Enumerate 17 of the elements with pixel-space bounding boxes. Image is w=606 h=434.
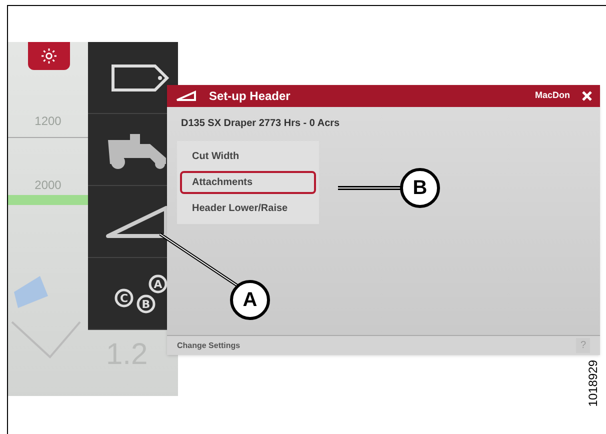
brand-logo: MacDon [534,89,570,102]
reading-text: 2000 [34,177,62,194]
menu-item[interactable]: Attachments [180,171,316,194]
tag-icon [110,62,170,92]
footer-text: Change Settings [177,340,240,352]
close-icon[interactable] [582,91,592,101]
settings-tab[interactable] [28,42,70,70]
reading-text: 1200 [34,113,62,130]
triangle-icon [104,204,170,240]
menu-item[interactable]: Header Lower/Raise [180,197,316,220]
menu-item[interactable]: Cut Width [180,145,316,168]
dialog-title: Set-up Header [209,88,290,105]
figure-number: 1018929 [585,360,601,407]
header-info-text: D135 SX Draper 2773 Hrs - 0 Acrs [181,117,341,131]
settings-icon [40,47,58,65]
triangle-icon [175,90,197,102]
leader-line [338,185,402,191]
